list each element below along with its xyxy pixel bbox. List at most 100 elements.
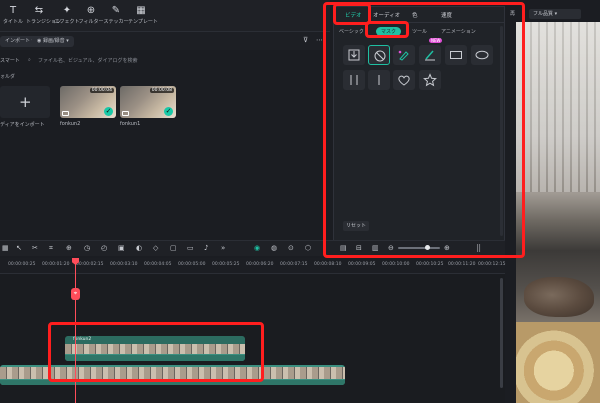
- more-icon[interactable]: ⋯: [316, 36, 323, 44]
- mask-star-button[interactable]: [419, 70, 441, 90]
- mask-rectangle-button[interactable]: [445, 45, 467, 65]
- check-icon: ✓: [104, 107, 113, 116]
- clip-audio-wave: [65, 355, 245, 361]
- smart-label[interactable]: スマート: [0, 57, 20, 64]
- zoom-slider[interactable]: [398, 247, 440, 249]
- timer-icon[interactable]: ◷: [84, 244, 90, 252]
- mask-single-line-button[interactable]: [343, 70, 365, 90]
- tab-color[interactable]: 色: [412, 11, 418, 19]
- double-line-mask-icon: [378, 75, 380, 85]
- rectangle-mask-icon: [450, 51, 462, 59]
- audio-wave-icon[interactable]: ▥: [372, 244, 379, 252]
- ruler-tick: 00:00:04:05: [144, 262, 172, 267]
- timeline-clip-main[interactable]: [0, 365, 345, 385]
- reset-button[interactable]: リセット: [343, 221, 370, 231]
- grid-icon[interactable]: ▦: [2, 244, 9, 252]
- sort-dropdown[interactable]: ◉ 録画/録音 ▾: [32, 36, 74, 47]
- mask-draw-button[interactable]: [393, 45, 415, 65]
- properties-panel: [333, 6, 505, 244]
- star-mask-icon: [423, 73, 437, 87]
- zoom-slider-handle[interactable]: [425, 245, 430, 250]
- tool-effect[interactable]: ✦ エフェクト: [54, 4, 80, 25]
- cursor-icon[interactable]: ↖: [16, 244, 22, 252]
- tool-filter[interactable]: ⊕ フィルター: [78, 4, 104, 25]
- frame-icon[interactable]: ▣: [118, 244, 125, 252]
- tool-sticker[interactable]: ✎ ステッカー: [103, 4, 129, 25]
- color-icon[interactable]: ◐: [136, 244, 142, 252]
- marker-icon[interactable]: ⬡: [305, 244, 311, 252]
- subtab-animation[interactable]: アニメーション: [441, 28, 476, 35]
- tab-video[interactable]: ビデオ: [345, 11, 362, 19]
- split-icon[interactable]: ▤: [340, 244, 347, 252]
- pen-mask-icon: [398, 50, 409, 61]
- record-icon[interactable]: ⊙: [288, 244, 294, 252]
- tool-transition[interactable]: ⇆ トランジション: [26, 4, 61, 25]
- timeline-scrollbar[interactable]: [500, 278, 503, 388]
- clip-header: fonkun2: [65, 336, 245, 344]
- filter-icon[interactable]: ⊽: [303, 36, 308, 44]
- import-label: インポート: [5, 38, 31, 44]
- tool-title[interactable]: T タイトル: [0, 4, 26, 25]
- crop-icon[interactable]: ⌗: [49, 244, 53, 253]
- cut-icon[interactable]: ✂: [32, 244, 38, 252]
- ruler-tick: 00:00:01:20: [42, 262, 70, 267]
- tool-title-label: タイトル: [2, 19, 23, 25]
- clip-audio-wave: [0, 380, 345, 385]
- playhead-line[interactable]: [75, 258, 76, 403]
- playhead-marker[interactable]: ⌖: [71, 288, 80, 300]
- import-tile-label: ディアをインポート: [0, 122, 45, 128]
- ruler-tick: 00:00:02:15: [76, 262, 104, 267]
- clip-duration: 00:00:08: [149, 88, 174, 93]
- mask-heart-button[interactable]: [393, 70, 415, 90]
- panel-scrollbar[interactable]: [500, 26, 503, 236]
- ruler-tick: 00:00:03:10: [110, 262, 138, 267]
- ruler-tick: 00:00:05:00: [178, 262, 206, 267]
- keyframe-icon[interactable]: ◇: [153, 244, 158, 252]
- tab-audio[interactable]: オーディオ: [373, 11, 400, 19]
- folder-label: ォルダ: [0, 74, 16, 80]
- timeline-clip-overlay[interactable]: fonkun2: [65, 336, 245, 361]
- mask-none-button[interactable]: [368, 45, 390, 65]
- subtab-tools[interactable]: ツール: [412, 28, 427, 35]
- tab-speed[interactable]: 速度: [441, 11, 452, 19]
- effect-icon[interactable]: ▭: [187, 244, 194, 252]
- mask-ellipse-button[interactable]: [471, 45, 493, 65]
- quality-dropdown[interactable]: フル品質 ▾: [529, 9, 581, 19]
- check-icon: ✓: [164, 107, 173, 116]
- preview-mode[interactable]: 再: [510, 10, 515, 17]
- zoom-icon[interactable]: ⊕: [66, 244, 72, 252]
- preview-header: 再 フル品質 ▾: [507, 6, 600, 22]
- video-preview[interactable]: [516, 22, 600, 403]
- subtab-basic[interactable]: ベーシック: [339, 28, 364, 35]
- ai-icon[interactable]: ◉: [254, 244, 260, 252]
- new-badge: NEW: [429, 38, 443, 43]
- shield-icon[interactable]: ◍: [271, 244, 277, 252]
- search-input[interactable]: ファイル名、ビジュアル、ダイアログを検索: [38, 57, 138, 64]
- more-tools-icon[interactable]: »: [221, 244, 225, 252]
- clip-frames: [65, 344, 245, 354]
- video-icon: [122, 111, 129, 116]
- zoom-in-icon[interactable]: ⊕: [444, 244, 450, 252]
- mask-double-line-button[interactable]: [368, 70, 390, 90]
- tool-template[interactable]: ▦ テンプレート: [128, 4, 158, 25]
- preview-mat: [516, 322, 600, 403]
- search-icon: ⌕: [28, 57, 31, 63]
- speed-icon[interactable]: ◴: [101, 244, 107, 252]
- tool-effect-label: エフェクト: [54, 19, 80, 25]
- audio-icon[interactable]: ♪: [204, 244, 208, 252]
- ruler-tick: 00:00:10:25: [416, 262, 444, 267]
- zoom-out-icon[interactable]: ⊖: [388, 244, 394, 252]
- mask-brush-button[interactable]: [419, 45, 441, 65]
- clip-frames: [0, 367, 345, 379]
- ruler-tick: 00:00:05:25: [212, 262, 240, 267]
- mask-import-button[interactable]: [343, 45, 365, 65]
- snap-icon[interactable]: ⊟: [356, 244, 362, 252]
- import-media-tile[interactable]: +: [0, 86, 50, 118]
- filter-icon: ⊕: [86, 5, 96, 16]
- no-mask-icon: [374, 50, 386, 62]
- subtab-mask[interactable]: マスク: [376, 27, 402, 36]
- mask-icon[interactable]: ▢: [170, 244, 177, 252]
- single-line-mask-icon: [350, 75, 358, 85]
- layout-icon[interactable]: ⣿: [476, 244, 481, 252]
- quality-label: フル品質: [533, 11, 554, 17]
